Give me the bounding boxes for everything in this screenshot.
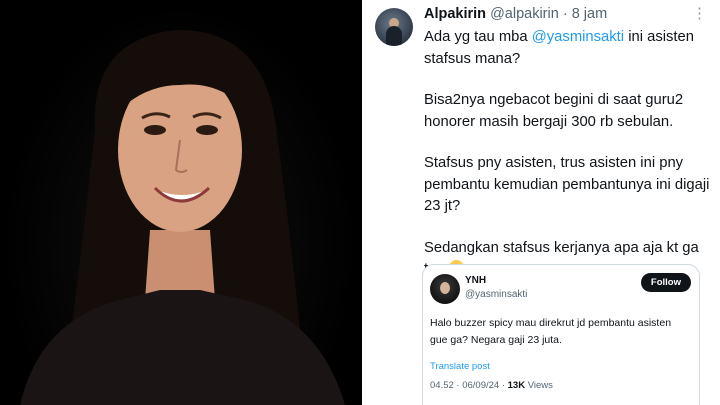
- follow-button[interactable]: Follow: [640, 273, 691, 292]
- tweet-paragraph-2: Bisa2nya ngebacot begini di saat guru2 h…: [424, 92, 684, 130]
- quoted-tweet-meta: 04.52 · 06/09/24 · 13K Views: [430, 380, 553, 391]
- mention-link[interactable]: @yasminsakti: [532, 29, 624, 45]
- tweet-header: Alpakirin @alpakirin · 8 jam: [424, 6, 607, 22]
- tweet-text: Ada yg tau mba @yasminsakti ini asisten …: [424, 27, 714, 301]
- tweet-paragraph-1: Ada yg tau mba @yasminsakti ini asisten …: [424, 29, 695, 67]
- avatar[interactable]: [375, 8, 413, 46]
- translate-post-link[interactable]: Translate post: [430, 361, 490, 372]
- separator: ·: [562, 6, 568, 22]
- views-label: Views: [525, 380, 553, 391]
- quoted-author-name[interactable]: YNH: [465, 275, 486, 286]
- quoted-timestamp[interactable]: 04.52 · 06/09/24 ·: [430, 380, 508, 391]
- quoted-tweet-text: Halo buzzer spicy mau direkrut jd pemban…: [430, 317, 672, 346]
- tweet-panel: Alpakirin @alpakirin · 8 jam ⋮ Ada yg ta…: [362, 0, 720, 405]
- author-name[interactable]: Alpakirin: [424, 6, 486, 22]
- author-handle[interactable]: @alpakirin: [490, 6, 559, 22]
- views-count: 13K: [507, 380, 526, 391]
- quoted-author-handle[interactable]: @yasminsakti: [465, 289, 527, 300]
- quoted-tweet-card[interactable]: YNH @yasminsakti Follow Halo buzzer spic…: [422, 264, 700, 405]
- profile-photo: [0, 0, 360, 405]
- portrait-image: [20, 29, 345, 405]
- quoted-avatar[interactable]: [430, 274, 460, 304]
- tweet-paragraph-3: Stafsus pny asisten, trus asisten ini pn…: [424, 155, 710, 214]
- tweet-time[interactable]: 8 jam: [572, 6, 607, 22]
- more-options-icon[interactable]: ⋮: [692, 6, 707, 21]
